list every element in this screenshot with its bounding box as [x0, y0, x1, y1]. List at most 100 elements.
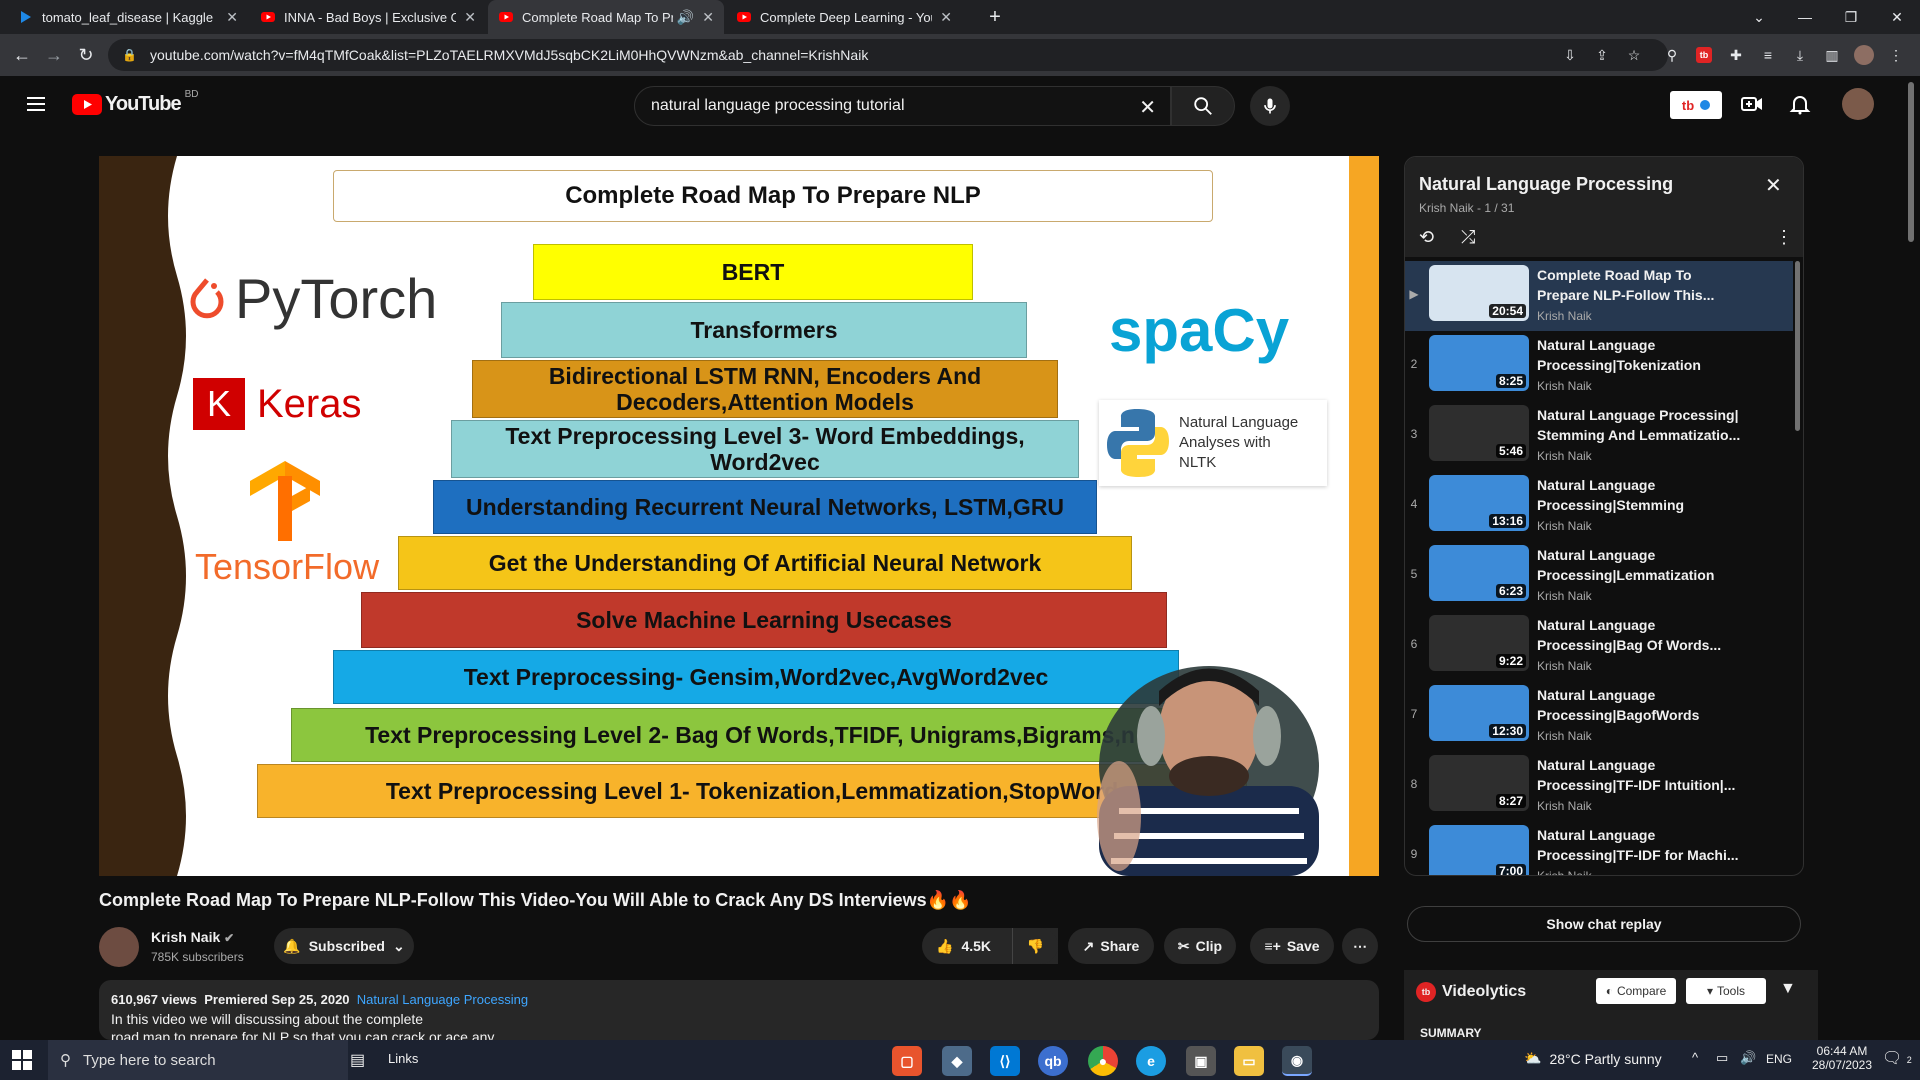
close-playlist-icon[interactable]: ✕ — [1765, 173, 1782, 198]
playlist-item[interactable]: 3 5:46 Natural Language Processing| Stemmi… — [1405, 401, 1793, 471]
install-app-icon[interactable]: ⇩ — [1558, 43, 1582, 67]
chrome-menu-icon[interactable]: ⋮ — [1884, 43, 1908, 67]
clip-button[interactable]: ✂ Clip — [1164, 928, 1236, 964]
hamburger-menu-icon[interactable] — [24, 92, 48, 116]
playlist-scrollbar[interactable] — [1795, 261, 1800, 431]
new-tab-button[interactable]: + — [972, 0, 1018, 34]
video-thumbnail[interactable]: 5:46 — [1429, 405, 1529, 461]
back-icon[interactable]: ← — [8, 41, 36, 69]
video-thumbnail[interactable]: 6:23 — [1429, 545, 1529, 601]
side-panel-icon[interactable]: ▥ — [1820, 43, 1844, 67]
playlist-title[interactable]: Natural Language Processing — [1419, 174, 1673, 195]
app-icon-2[interactable]: ◆ — [942, 1046, 972, 1076]
profile-avatar[interactable] — [1854, 45, 1874, 65]
playlist-item[interactable]: 6 9:22 Natural Language Processing|Bag Of … — [1405, 611, 1793, 681]
show-chat-replay-button[interactable]: Show chat replay — [1407, 906, 1801, 942]
close-window-button[interactable]: ✕ — [1874, 0, 1920, 34]
description-box[interactable]: 610,967 views Premiered Sep 25, 2020 Nat… — [99, 980, 1379, 1040]
tubebuddy-icon[interactable]: tb — [1696, 47, 1712, 63]
chrome-icon[interactable]: ● — [1088, 1046, 1118, 1076]
video-thumbnail[interactable]: 7:00 — [1429, 825, 1529, 875]
extension-icon[interactable]: ⚲ — [1660, 43, 1684, 67]
video-thumbnail[interactable]: 13:16 — [1429, 475, 1529, 531]
notification-center-icon[interactable]: 🗨 2 — [1882, 1048, 1912, 1068]
language-indicator[interactable]: ENG — [1766, 1052, 1792, 1066]
minimize-button[interactable]: — — [1782, 0, 1828, 34]
chrome-active-icon[interactable]: ◉ — [1282, 1046, 1312, 1076]
qbittorrent-icon[interactable]: qb — [1038, 1046, 1068, 1076]
file-explorer-icon[interactable]: ▭ — [1234, 1046, 1264, 1076]
scrollbar-thumb[interactable] — [1908, 82, 1914, 242]
collapse-icon[interactable]: ▼ — [1780, 980, 1796, 998]
system-tray-chevron-icon[interactable]: ^ — [1692, 1050, 1698, 1065]
tab-search-icon[interactable]: ⌄ — [1736, 0, 1782, 34]
playlist-item[interactable]: 2 8:25 Natural Language Processing|Tokeniz… — [1405, 331, 1793, 401]
dislike-button[interactable]: 👎 — [1012, 928, 1058, 964]
page-scrollbar[interactable] — [1906, 80, 1916, 1040]
shuffle-icon[interactable]: ⤮ — [1461, 227, 1475, 248]
tubebuddy-button[interactable]: tb — [1670, 91, 1722, 119]
video-thumbnail[interactable]: 9:22 — [1429, 615, 1529, 671]
youtube-logo[interactable]: YouTube BD — [72, 89, 198, 116]
playlist-item[interactable]: 7 12:30 Natural Language Processing|BagofW… — [1405, 681, 1793, 751]
video-thumbnail[interactable]: 8:27 — [1429, 755, 1529, 811]
task-view-icon[interactable]: ▤ — [350, 1050, 365, 1070]
playlist-link[interactable]: Natural Language Processing — [357, 992, 528, 1007]
media-control-icon[interactable]: ≡ — [1756, 43, 1780, 67]
puzzle-icon[interactable]: ✚ — [1724, 43, 1748, 67]
search-button[interactable] — [1171, 86, 1235, 126]
taskbar-search[interactable]: ⚲ Type here to search — [48, 1040, 348, 1080]
video-thumbnail[interactable]: 8:25 — [1429, 335, 1529, 391]
playlist-item[interactable]: ▶ 20:54 Complete Road Map To Prepare NLP-F… — [1405, 261, 1793, 331]
playlist-item[interactable]: 4 13:16 Natural Language Processing|Stemmi… — [1405, 471, 1793, 541]
tab-inna[interactable]: INNA - Bad Boys | Exclusive Onlin ✕ — [250, 0, 486, 34]
video-thumbnail[interactable]: 12:30 — [1429, 685, 1529, 741]
subscribed-button[interactable]: 🔔 Subscribed ⌄ — [274, 928, 414, 964]
loop-icon[interactable]: ⟲ — [1419, 227, 1434, 248]
links-toolbar[interactable]: Links — [388, 1051, 418, 1066]
channel-avatar[interactable] — [99, 927, 139, 967]
volume-icon[interactable]: 🔊 — [1740, 1050, 1756, 1066]
playlist-item[interactable]: 8 8:27 Natural Language Processing|TF-IDF … — [1405, 751, 1793, 821]
reload-icon[interactable]: ↻ — [72, 41, 100, 69]
bookmark-star-icon[interactable]: ☆ — [1622, 43, 1646, 67]
close-tab-icon[interactable]: ✕ — [226, 9, 238, 26]
restore-button[interactable]: ❐ — [1828, 0, 1874, 34]
save-button[interactable]: ≡+ Save — [1250, 928, 1334, 964]
video-player[interactable]: Complete Road Map To Prepare NLP PyTorch… — [99, 156, 1379, 876]
weather-widget[interactable]: ⛅ 28°C Partly sunny — [1524, 1050, 1662, 1067]
vscode-icon[interactable]: ⟨⟩ — [990, 1046, 1020, 1076]
speaker-icon[interactable]: 🔊 — [677, 9, 694, 26]
forward-icon[interactable]: → — [40, 41, 68, 69]
network-icon[interactable]: ▭ — [1716, 1050, 1728, 1066]
store-icon[interactable]: ▣ — [1186, 1046, 1216, 1076]
clear-search-icon[interactable]: ✕ — [1139, 95, 1156, 120]
tab-roadmap-active[interactable]: Complete Road Map To Prep 🔊 ✕ — [488, 0, 724, 34]
more-actions-button[interactable]: ⋯ — [1342, 928, 1378, 964]
close-tab-icon[interactable]: ✕ — [702, 9, 714, 26]
voice-search-button[interactable] — [1250, 86, 1290, 126]
more-vertical-icon[interactable]: ⋮ — [1775, 227, 1793, 248]
account-avatar[interactable] — [1842, 88, 1874, 120]
download-icon[interactable]: ⤓ — [1788, 43, 1812, 67]
tab-kaggle[interactable]: tomato_leaf_disease | Kaggle ✕ — [8, 0, 248, 34]
close-tab-icon[interactable]: ✕ — [464, 9, 476, 26]
close-tab-icon[interactable]: ✕ — [940, 9, 952, 26]
create-video-icon[interactable] — [1740, 92, 1764, 116]
address-bar[interactable]: 🔒 youtube.com/watch?v=fM4qTMfCoak&list=P… — [108, 39, 1668, 71]
tab-deep-learning[interactable]: Complete Deep Learning - YouTu ✕ — [726, 0, 962, 34]
playlist-item[interactable]: 5 6:23 Natural Language Processing|Lemmati… — [1405, 541, 1793, 611]
channel-name[interactable]: Krish Naik ✔ — [151, 929, 234, 945]
playlist-item[interactable]: 9 7:00 Natural Language Processing|TF-IDF … — [1405, 821, 1793, 875]
clock[interactable]: 06:44 AM 28/07/2023 — [1806, 1044, 1878, 1072]
edge-icon[interactable]: e — [1136, 1046, 1166, 1076]
windows-start-icon[interactable] — [12, 1050, 32, 1070]
share-icon[interactable]: ⇪ — [1590, 43, 1614, 67]
notifications-bell-icon[interactable] — [1788, 92, 1812, 116]
tools-button[interactable]: ▾ Tools — [1686, 978, 1766, 1004]
search-input[interactable]: natural language processing tutorial ✕ — [634, 86, 1171, 126]
compare-button[interactable]: ◐ Compare — [1596, 978, 1676, 1004]
video-thumbnail[interactable]: 20:54 — [1429, 265, 1529, 321]
app-icon-1[interactable]: ▢ — [892, 1046, 922, 1076]
share-button[interactable]: ↗ Share — [1068, 928, 1154, 964]
